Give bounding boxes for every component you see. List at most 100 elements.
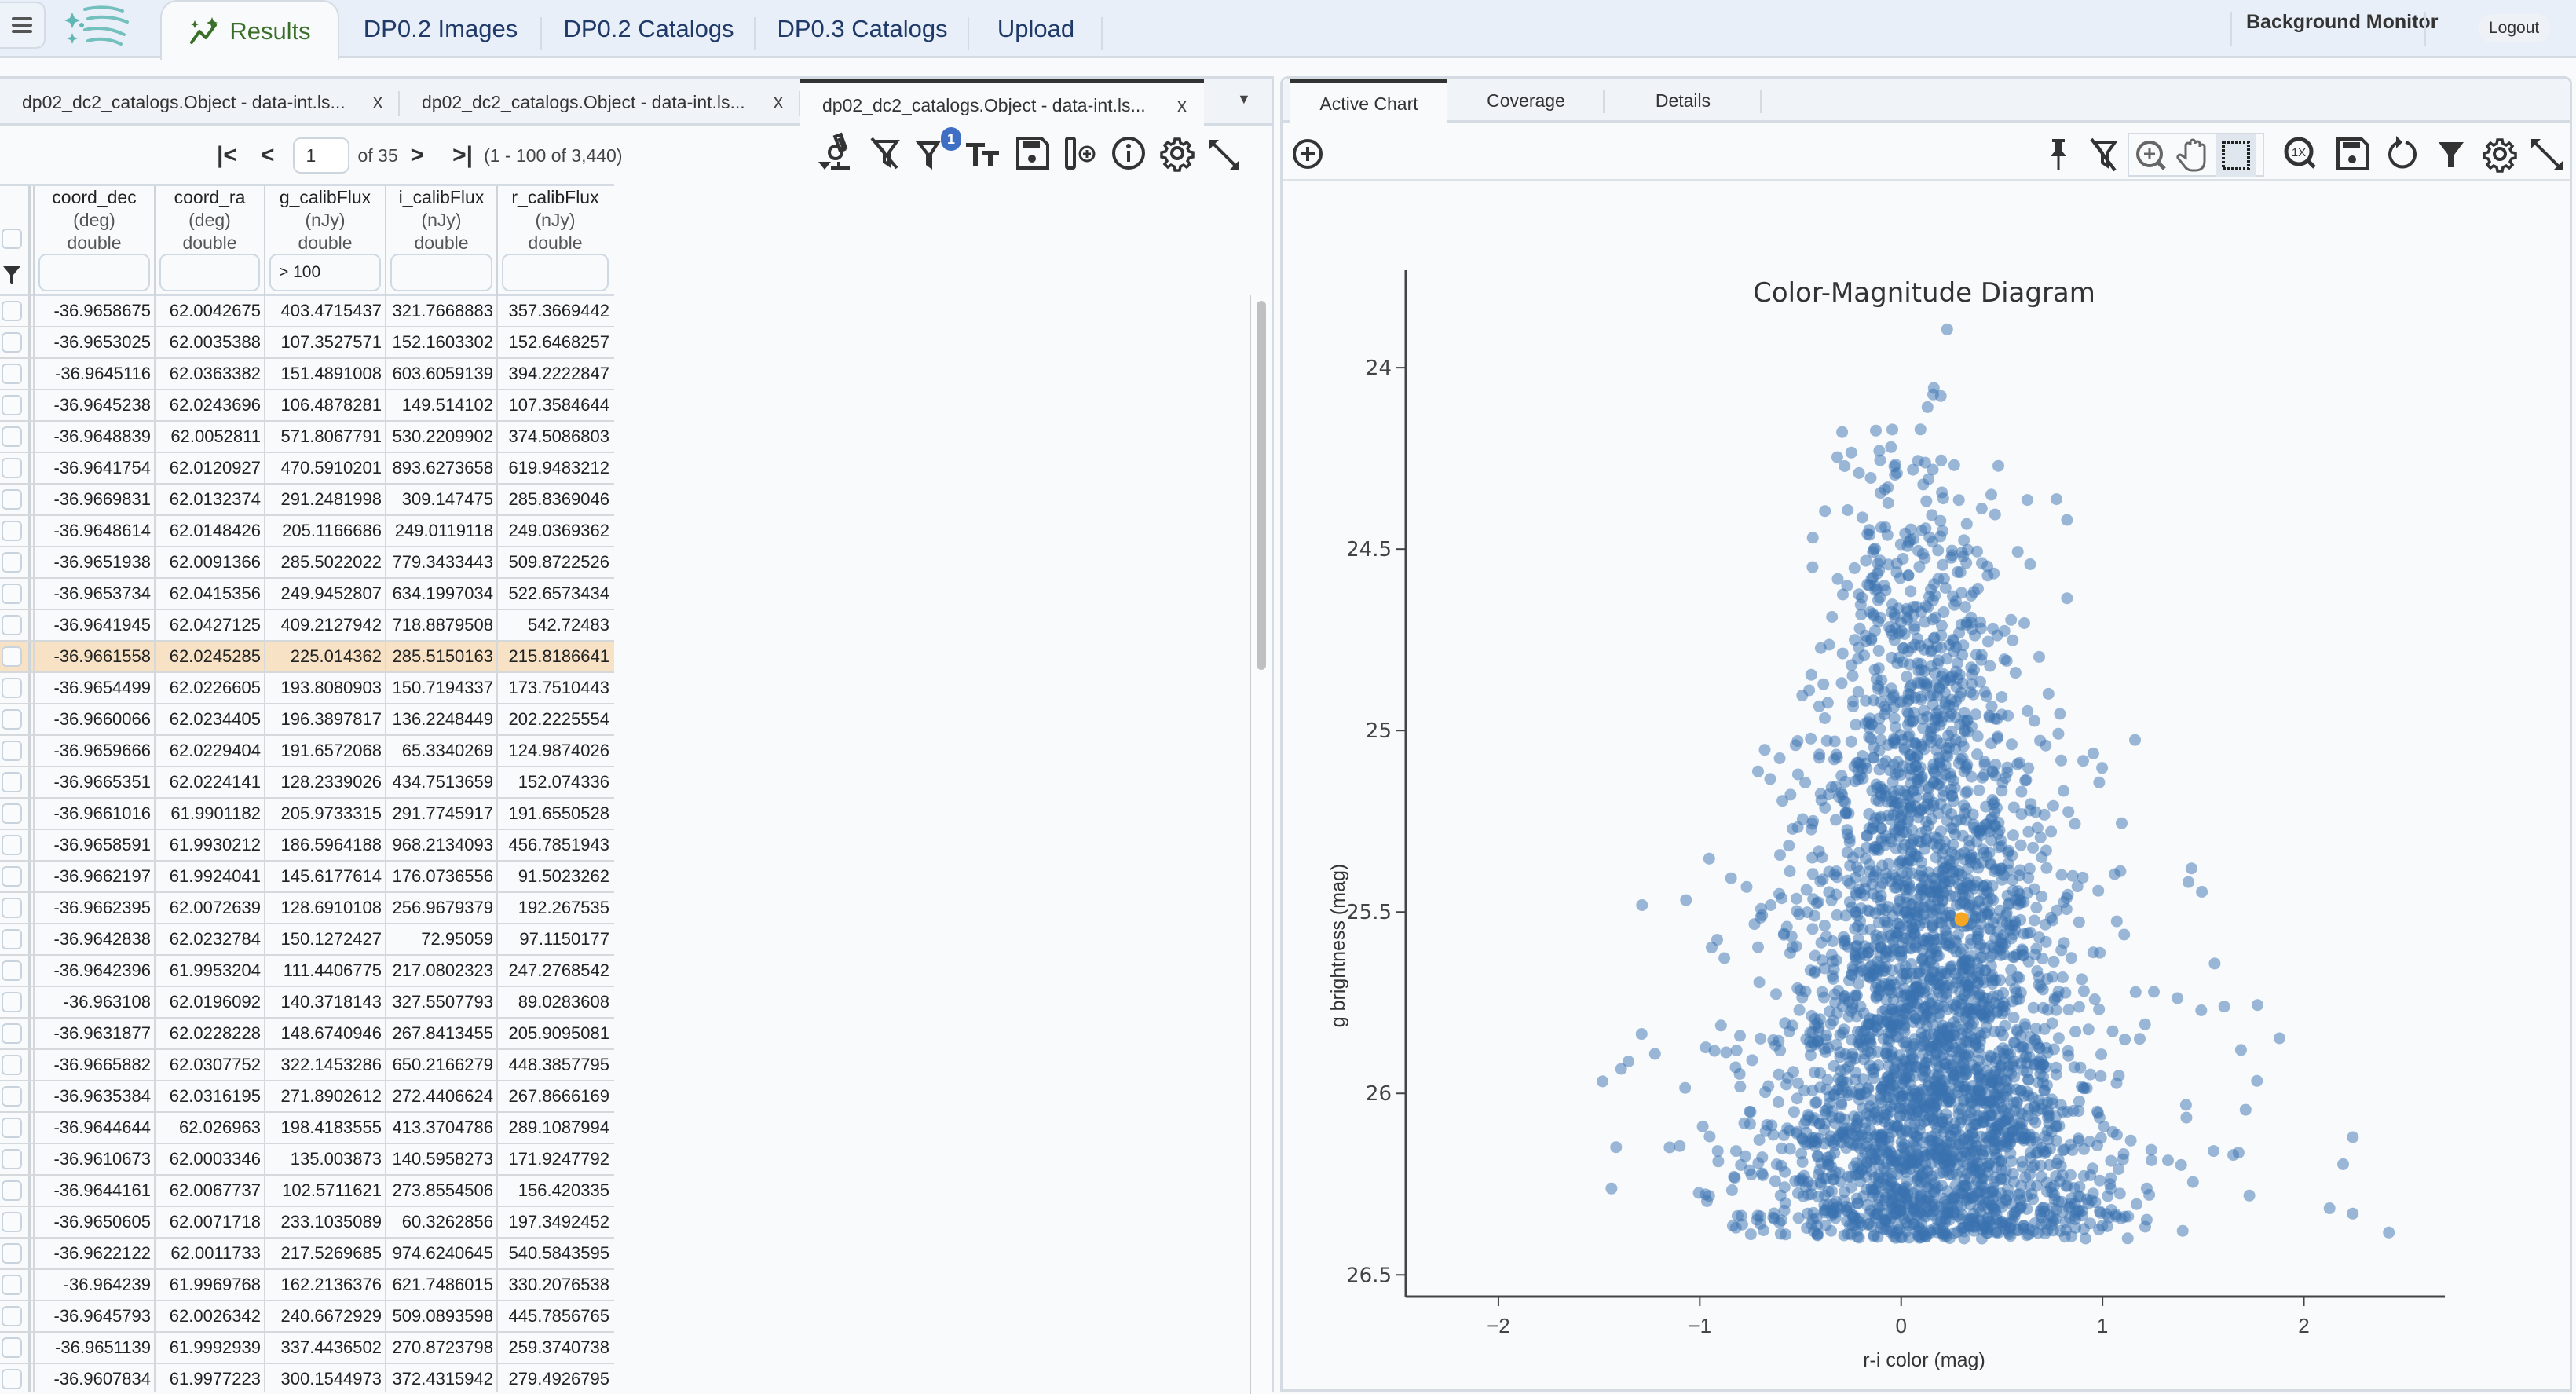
table-tab-active[interactable]: dp02_dc2_catalogs.Object - data-int.ls..…	[800, 79, 1204, 128]
settings-icon[interactable]	[1158, 130, 1197, 174]
app-tab-results[interactable]: Results	[160, 0, 339, 60]
row-checkbox[interactable]	[2, 741, 22, 761]
filter-icon[interactable]	[2, 265, 22, 287]
app-tab-dp02-images[interactable]: DP0.2 Images	[339, 0, 542, 58]
row-checkbox[interactable]	[2, 521, 22, 541]
table-row[interactable]: -36.9662197 61.9924041 145.6177614 176.0736…	[0, 862, 614, 893]
table-row[interactable]: -36.9645116 62.0363382 151.4891008 603.6059…	[0, 359, 614, 390]
table-row[interactable]: -36.9665351 62.0224141 128.2339026 434.7513…	[0, 767, 614, 799]
table-vertical-scrollbar[interactable]	[1250, 295, 1272, 1394]
save-icon[interactable]	[1013, 130, 1052, 174]
table-row[interactable]: -36.9648839 62.0052811 571.8067791 530.2209…	[0, 422, 614, 453]
table-row[interactable]: -36.9651938 62.0091366 285.5022022 779.3433…	[0, 547, 614, 579]
column-filter-input[interactable]	[269, 254, 381, 291]
main-menu-button[interactable]	[0, 2, 46, 49]
table-row[interactable]: -36.9644644 62.026963 198.4183555 413.37047…	[0, 1113, 614, 1144]
row-checkbox[interactable]	[2, 615, 22, 635]
row-checkbox[interactable]	[2, 1118, 22, 1138]
table-row[interactable]: -36.9650605 62.0071718 233.1035089 60.32628…	[0, 1207, 614, 1239]
next-page-button[interactable]: >	[411, 142, 425, 169]
scrollbar-thumb[interactable]	[1257, 301, 1266, 670]
table-row[interactable]: -36.9653025 62.0035388 107.3527571 152.1603…	[0, 327, 614, 359]
row-checkbox[interactable]	[2, 489, 22, 510]
row-checkbox[interactable]	[2, 301, 22, 321]
table-row[interactable]: -36.9661016 61.9901182 205.9733315 291.7745…	[0, 799, 614, 830]
column-header[interactable]: g_calibFlux (nJy) double	[264, 186, 385, 296]
column-filter-input[interactable]	[502, 254, 609, 291]
highlighted-point[interactable]	[1954, 912, 1969, 927]
table-row[interactable]: -36.9610673 62.0003346 135.003873 140.59582…	[0, 1144, 614, 1176]
prev-page-button[interactable]: <	[261, 142, 275, 169]
table-row[interactable]: -36.9645793 62.0026342 240.6672929 509.0893…	[0, 1301, 614, 1333]
row-checkbox[interactable]	[2, 835, 22, 855]
row-checkbox[interactable]	[2, 552, 22, 573]
table-row[interactable]: -36.9642396 61.9953204 111.4406775 217.0802…	[0, 956, 614, 987]
table-tab[interactable]: dp02_dc2_catalogs.Object - data-int.ls..…	[0, 79, 400, 126]
table-row[interactable]: -36.9658591 61.9930212 186.5964188 968.2134…	[0, 830, 614, 862]
table-tab[interactable]: dp02_dc2_catalogs.Object - data-int.ls..…	[400, 79, 800, 126]
column-filter-input[interactable]	[159, 254, 260, 291]
table-row[interactable]: -36.9644161 62.0067737 102.5711621 273.8554…	[0, 1176, 614, 1207]
table-row[interactable]: -36.9665882 62.0307752 322.1453286 650.2166…	[0, 1050, 614, 1081]
table-row[interactable]: -36.964239 61.9969768 162.2136376 621.74860…	[0, 1270, 614, 1301]
expand-icon[interactable]	[1205, 130, 1244, 174]
row-checkbox[interactable]	[2, 1149, 22, 1169]
table-row[interactable]: -36.9669831 62.0132374 291.2481998 309.1474…	[0, 485, 614, 516]
first-page-button[interactable]: |<	[217, 142, 237, 169]
table-row[interactable]: -36.9660066 62.0234405 196.3897817 136.2248…	[0, 704, 614, 736]
info-icon[interactable]	[1109, 130, 1148, 174]
row-checkbox[interactable]	[2, 584, 22, 604]
close-icon[interactable]: x	[373, 91, 382, 113]
last-page-button[interactable]: >|	[452, 142, 473, 169]
select-all-checkbox[interactable]	[2, 229, 22, 249]
table-row[interactable]: -36.963108 62.0196092 140.3718143 327.55077…	[0, 987, 614, 1019]
row-checkbox[interactable]	[2, 1055, 22, 1075]
table-row[interactable]: -36.9653734 62.0415356 249.9452807 634.1997…	[0, 579, 614, 610]
text-view-icon[interactable]	[963, 130, 1002, 174]
background-monitor-button[interactable]: Background Monitor	[2246, 11, 2438, 34]
table-row[interactable]: -36.9661558 62.0245285 225.014362 285.51501…	[0, 642, 614, 673]
table-row[interactable]: -36.9635384 62.0316195 271.8902612 272.4406…	[0, 1081, 614, 1113]
table-row[interactable]: -36.9659666 62.0229404 191.6572068 65.33402…	[0, 736, 614, 767]
color-magnitude-chart[interactable]: Color-Magnitude Diagram 24 24.5 25 25.5 26 26…	[1283, 79, 2570, 1389]
app-tab-dp03-catalogs[interactable]: DP0.3 Catalogs	[756, 0, 969, 58]
table-row[interactable]: -36.9645238 62.0243696 106.4878281 149.5141…	[0, 390, 614, 422]
row-checkbox[interactable]	[2, 1306, 22, 1326]
table-row[interactable]: -36.9662395 62.0072639 128.6910108 256.9679…	[0, 893, 614, 924]
row-checkbox[interactable]	[2, 458, 22, 478]
filter-icon[interactable]: 1	[914, 127, 961, 174]
close-icon[interactable]: x	[774, 91, 783, 113]
row-checkbox[interactable]	[2, 960, 22, 981]
row-checkbox[interactable]	[2, 426, 22, 447]
row-checkbox[interactable]	[2, 1243, 22, 1264]
app-tab-upload[interactable]: Upload	[969, 0, 1103, 58]
row-checkbox[interactable]	[2, 1275, 22, 1295]
table-row[interactable]: -36.9654499 62.0226605 193.8080903 150.7194…	[0, 673, 614, 704]
table-row[interactable]: -36.9651139 61.9992939 337.4436502 270.8723…	[0, 1333, 614, 1364]
page-number-input[interactable]	[293, 137, 350, 174]
row-checkbox[interactable]	[2, 866, 22, 887]
row-checkbox[interactable]	[2, 364, 22, 384]
row-checkbox[interactable]	[2, 646, 22, 667]
table-row[interactable]: -36.9622122 62.0011733 217.5269685 974.6240…	[0, 1239, 614, 1270]
row-checkbox[interactable]	[2, 803, 22, 824]
row-checkbox[interactable]	[2, 1180, 22, 1201]
table-row[interactable]: -36.9607834 61.9977223 300.1544973 372.4315…	[0, 1364, 614, 1392]
tabs-dropdown-icon[interactable]: ▼	[1237, 91, 1251, 108]
add-column-icon[interactable]	[1062, 130, 1101, 174]
row-checkbox[interactable]	[2, 678, 22, 698]
row-checkbox[interactable]	[2, 1337, 22, 1358]
table-row[interactable]: -36.9641945 62.0427125 409.2127942 718.8879…	[0, 610, 614, 642]
row-checkbox[interactable]	[2, 929, 22, 949]
logout-button[interactable]: Logout	[2478, 14, 2551, 42]
column-header[interactable]: coord_ra (deg) double	[154, 186, 264, 296]
column-header[interactable]: r_calibFlux (nJy) double	[496, 186, 613, 296]
table-row[interactable]: -36.9648614 62.0148426 205.1166686 249.0119…	[0, 516, 614, 547]
row-checkbox[interactable]	[2, 1212, 22, 1232]
column-header[interactable]: coord_dec (deg) double	[33, 186, 154, 296]
row-checkbox[interactable]	[2, 1023, 22, 1044]
microscope-dropdown-icon[interactable]	[815, 130, 854, 174]
clear-filters-icon[interactable]	[865, 130, 905, 174]
row-checkbox[interactable]	[2, 898, 22, 918]
table-row[interactable]: -36.9658675 62.0042675 403.4715437 321.7668…	[0, 296, 614, 327]
